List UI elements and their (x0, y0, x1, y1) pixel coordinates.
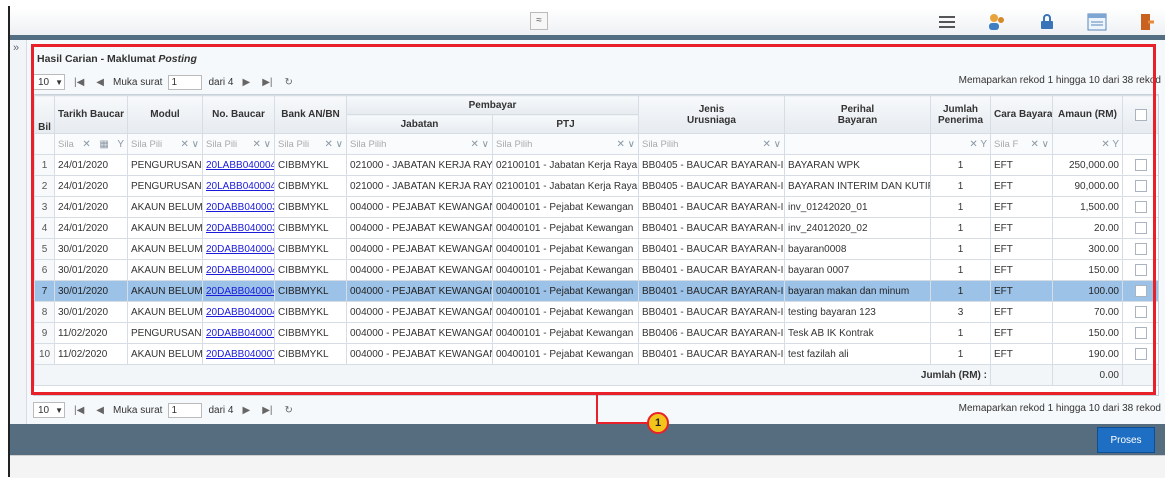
action-bar: Proses (10, 424, 1165, 455)
hamburger-menu-icon[interactable] (935, 11, 959, 33)
last-page-icon[interactable]: ▶| (259, 405, 275, 416)
proses-button[interactable]: Proses (1097, 427, 1155, 453)
exit-door-icon[interactable] (1135, 11, 1159, 33)
user-group-icon[interactable] (985, 11, 1009, 33)
page-number-input[interactable]: 1 (168, 402, 203, 418)
prev-page-icon[interactable]: ◀ (93, 405, 107, 416)
refresh-icon[interactable]: ↻ (281, 405, 295, 416)
expand-sidebar-icon[interactable]: » (13, 42, 19, 54)
double-chevron-up-icon: ≈ (536, 15, 542, 26)
record-info: Memaparkan rekod 1 hingga 10 dari 38 rek… (958, 403, 1161, 414)
highlight-box (31, 44, 1156, 395)
callout-connector (596, 395, 598, 423)
collapse-header-button[interactable]: ≈ (530, 12, 548, 30)
top-icon-group (935, 10, 1159, 34)
first-page-icon[interactable]: |◀ (71, 405, 87, 416)
page-size-select[interactable]: 10 ▼ (33, 402, 65, 418)
lock-icon[interactable] (1035, 11, 1059, 33)
status-bar (10, 455, 1165, 478)
callout-badge: 1 (647, 412, 669, 434)
top-toolbar: ≈ (10, 8, 1165, 36)
page-count-label: dari 4 (208, 404, 234, 416)
page-label: Muka surat (113, 404, 163, 416)
caret-down-icon: ▼ (55, 405, 64, 415)
left-gutter (10, 40, 27, 455)
next-page-icon[interactable]: ▶ (239, 405, 253, 416)
list-window-icon[interactable] (1085, 11, 1109, 33)
callout-connector (596, 422, 648, 424)
